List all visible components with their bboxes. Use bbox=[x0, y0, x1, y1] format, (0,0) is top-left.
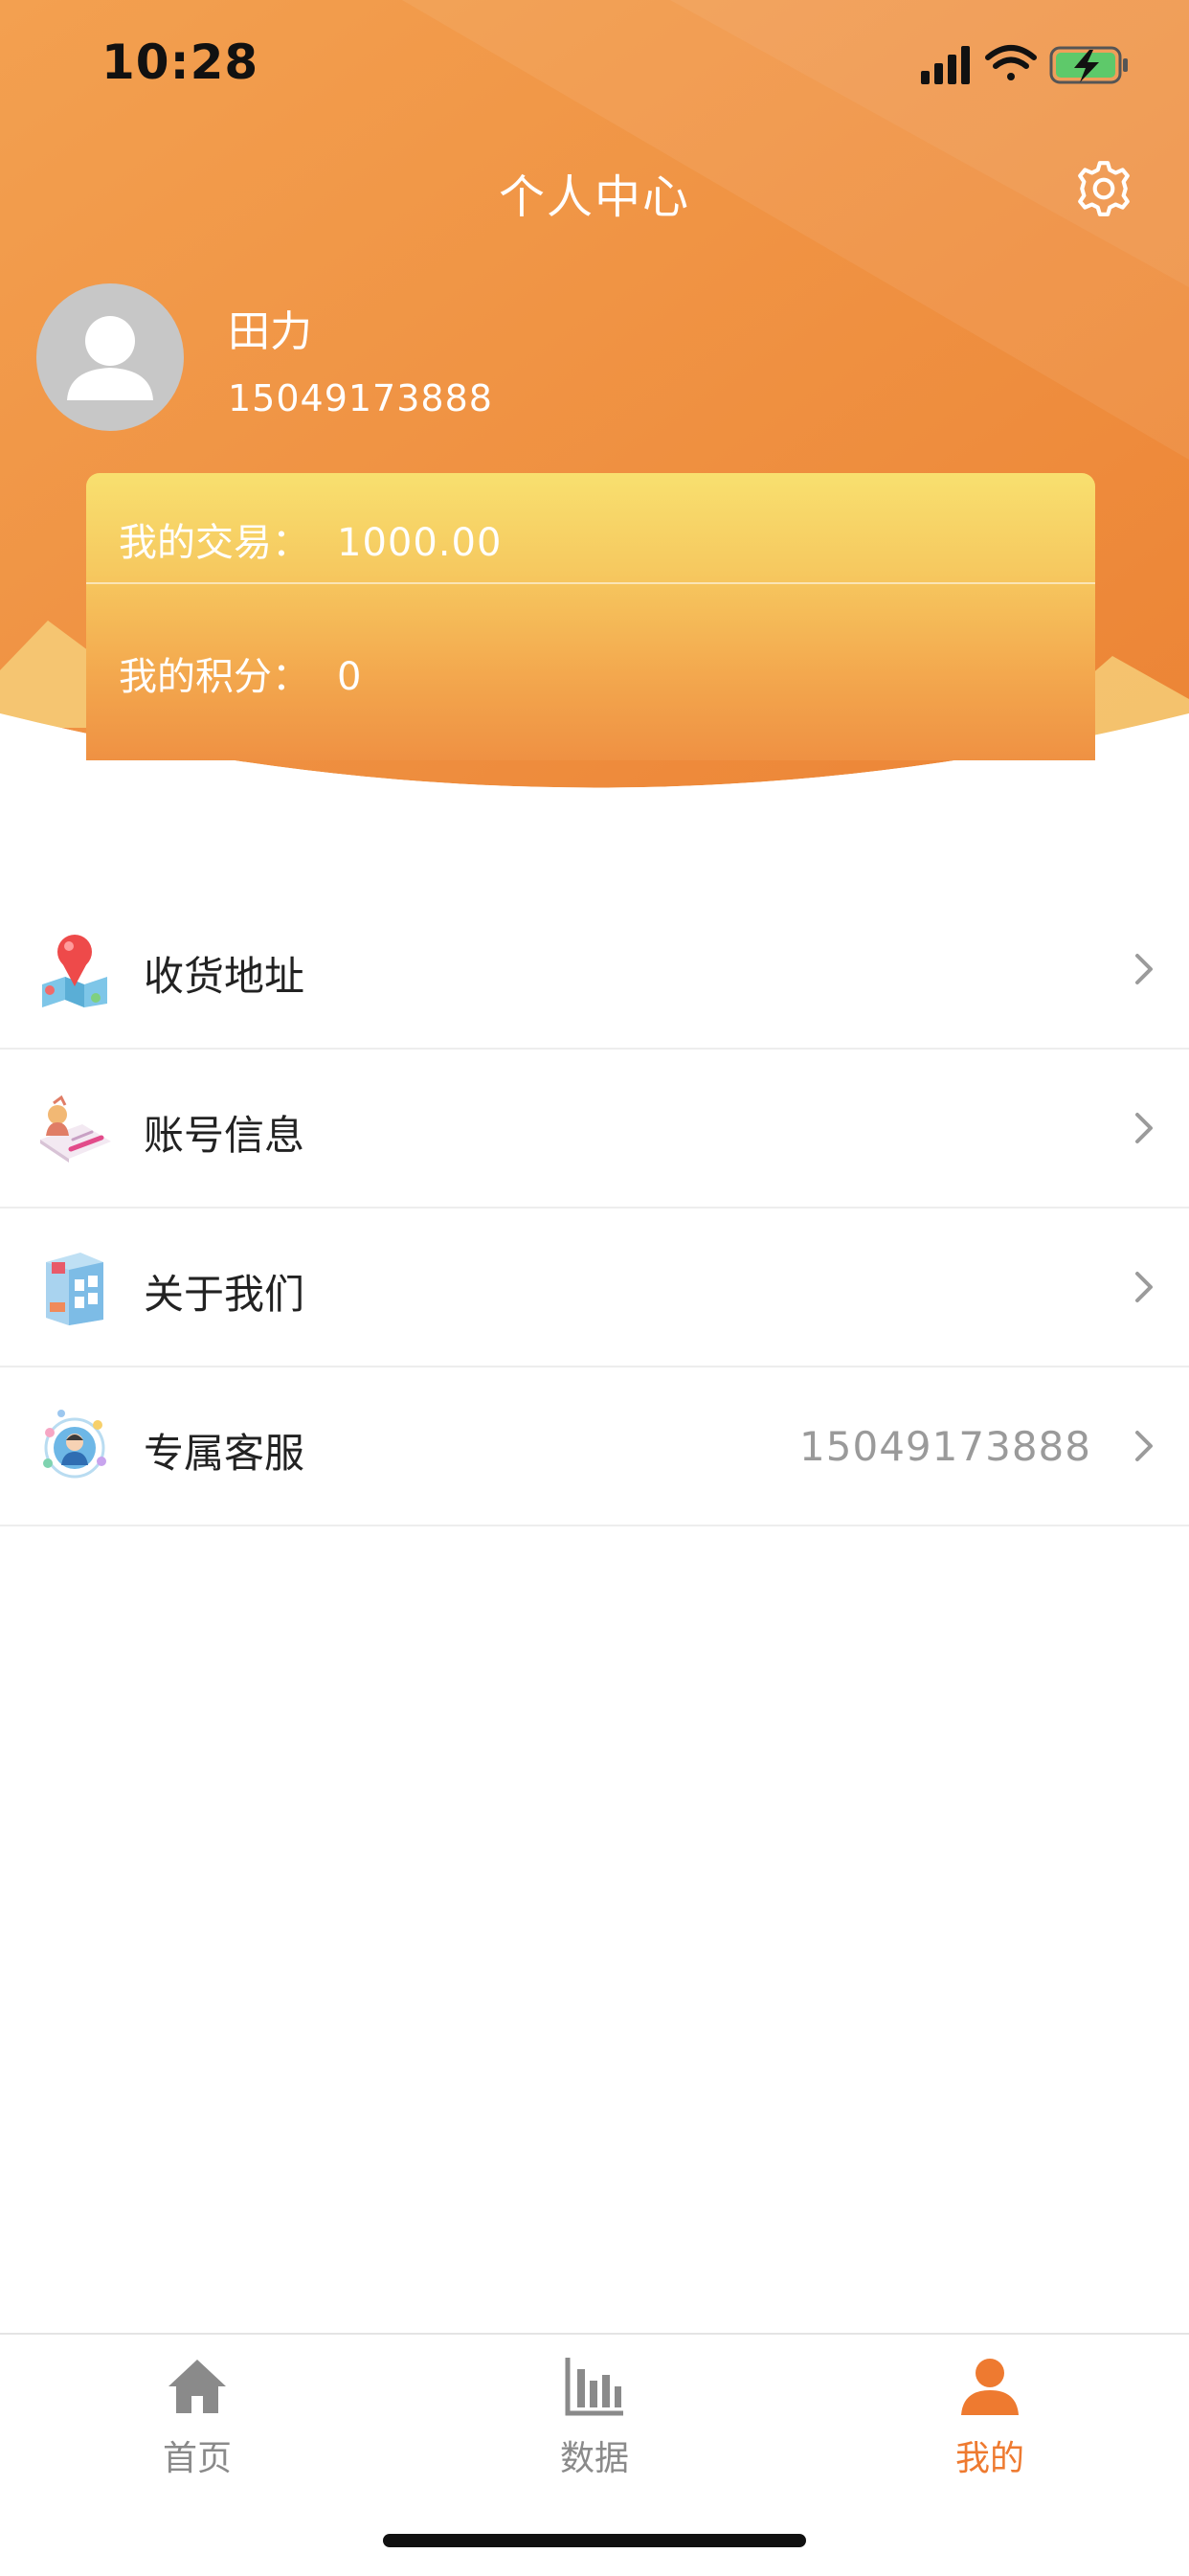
transactions-value: 1000.00 bbox=[337, 521, 503, 565]
user-name: 田力 bbox=[228, 307, 312, 356]
card-divider bbox=[86, 582, 1095, 584]
map-pin-icon bbox=[42, 935, 107, 1007]
transactions-label: 我的交易： bbox=[119, 521, 310, 565]
chevron-right-icon bbox=[1135, 954, 1153, 984]
signal-icon bbox=[921, 46, 970, 84]
menu-item-customer-service[interactable]: 专属客服 15049173888 bbox=[0, 1367, 1189, 1526]
chevron-right-icon bbox=[1135, 1113, 1153, 1143]
status-bar: 10:28 bbox=[0, 0, 1189, 126]
customer-service-icon bbox=[43, 1410, 106, 1479]
customer-service-phone: 15049173888 bbox=[799, 1423, 1091, 1470]
menu-label: 收货地址 bbox=[144, 953, 305, 1000]
transactions-row[interactable]: 我的交易： 1000.00 bbox=[119, 511, 502, 567]
menu-label: 关于我们 bbox=[144, 1271, 305, 1318]
settings-gear-icon[interactable] bbox=[1074, 159, 1133, 218]
page-title: 个人中心 bbox=[498, 170, 690, 224]
menu-label: 账号信息 bbox=[144, 1112, 305, 1159]
building-icon bbox=[46, 1253, 103, 1325]
status-time: 10:28 bbox=[101, 34, 259, 90]
menu-label: 专属客服 bbox=[144, 1430, 305, 1477]
id-card-icon bbox=[40, 1095, 111, 1163]
battery-charging-icon bbox=[1049, 46, 1128, 84]
tab-label: 我的 bbox=[954, 2439, 1024, 2478]
home-indicator[interactable] bbox=[383, 2534, 806, 2547]
tab-label: 数据 bbox=[559, 2439, 629, 2478]
bar-chart-icon bbox=[565, 2358, 623, 2416]
menu-item-about-us[interactable]: 关于我们 bbox=[0, 1209, 1189, 1367]
tab-mine[interactable]: 我的 bbox=[885, 2335, 1095, 2507]
wifi-icon bbox=[985, 45, 1037, 80]
user-icon bbox=[961, 2359, 1019, 2415]
default-avatar-icon bbox=[67, 316, 153, 400]
user-phone: 15049173888 bbox=[228, 377, 493, 419]
menu-item-shipping-address[interactable]: 收货地址 bbox=[0, 891, 1189, 1050]
tab-data[interactable]: 数据 bbox=[489, 2335, 700, 2507]
chevron-right-icon bbox=[1135, 1431, 1153, 1461]
tab-label: 首页 bbox=[162, 2439, 232, 2478]
points-row[interactable]: 我的积分： 0 bbox=[119, 645, 362, 701]
chevron-right-icon bbox=[1135, 1272, 1153, 1302]
profile-header: 10:28 个人中心 田力 15049173888 我的交易： 1000.00 … bbox=[0, 0, 1189, 814]
stats-card: 我的交易： 1000.00 我的积分： 0 bbox=[86, 473, 1095, 760]
avatar[interactable] bbox=[36, 283, 184, 431]
status-icons bbox=[921, 45, 1128, 84]
menu-item-account-info[interactable]: 账号信息 bbox=[0, 1050, 1189, 1209]
points-label: 我的积分： bbox=[119, 655, 310, 699]
tab-home[interactable]: 首页 bbox=[92, 2335, 303, 2507]
points-value: 0 bbox=[337, 655, 363, 699]
home-icon bbox=[168, 2360, 226, 2413]
menu-list: 收货地址 账号信息 关于我们 专属客服 15049173888 bbox=[0, 891, 1189, 1526]
